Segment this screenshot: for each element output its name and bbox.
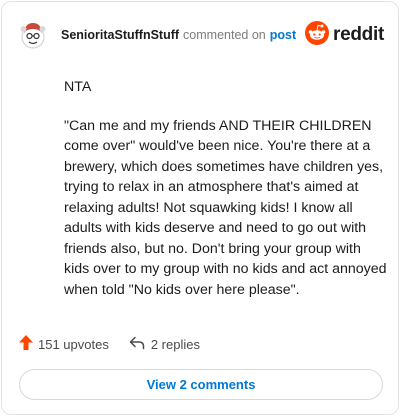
upvote-count: 151 upvotes: [38, 336, 109, 352]
comment-card: SenioritaStuffnStuff commented on post r…: [1, 1, 399, 415]
upvote-arrow-icon: [19, 335, 33, 353]
replies-button[interactable]: 2 replies: [129, 336, 200, 353]
snoo-avatar-icon[interactable]: [19, 20, 47, 50]
action-text: commented on: [183, 28, 266, 42]
comment-body: NTA "Can me and my friends AND THEIR CHI…: [64, 77, 389, 318]
reddit-logo-icon: [305, 20, 330, 50]
comment-header: SenioritaStuffnStuff commented on post r…: [19, 18, 384, 52]
comment-paragraph: "Can me and my friends AND THEIR CHILDRE…: [64, 117, 387, 298]
comment-paragraph: NTA: [64, 79, 92, 95]
comment-meta: SenioritaStuffnStuff commented on post: [61, 28, 296, 42]
upvote-button[interactable]: 151 upvotes: [19, 335, 109, 353]
reply-arrow-icon: [129, 336, 145, 353]
view-comments-button[interactable]: View 2 comments: [19, 369, 383, 400]
reddit-wordmark: reddit: [333, 24, 384, 45]
reddit-brand[interactable]: reddit: [305, 20, 384, 50]
reply-count: 2 replies: [150, 336, 200, 352]
username-link[interactable]: SenioritaStuffnStuff: [61, 28, 179, 42]
post-link[interactable]: post: [270, 28, 296, 42]
comment-footer: 151 upvotes 2 replies: [19, 335, 200, 353]
